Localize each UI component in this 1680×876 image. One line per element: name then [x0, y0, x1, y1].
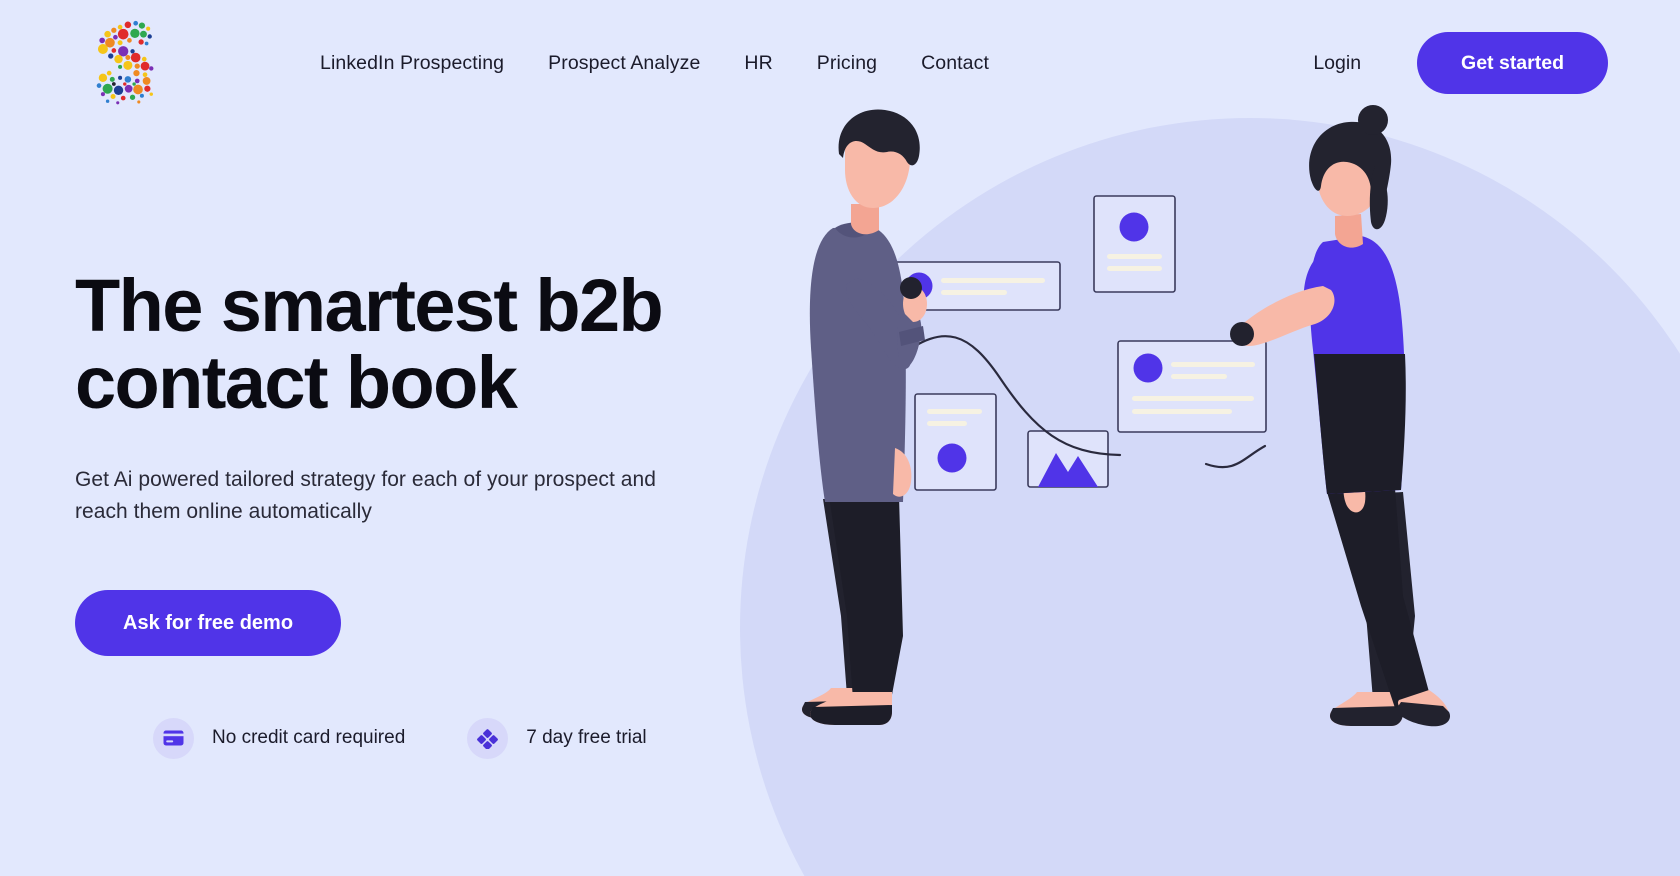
hero-section: The smartest b2b contact book Get Ai pow… [0, 105, 1680, 876]
trust-badges: No credit card required 7 day free trial [75, 717, 795, 759]
nav-contact[interactable]: Contact [921, 44, 989, 83]
card-wide-right [1117, 340, 1267, 433]
people-connecting-data-cards-illustration [795, 105, 1680, 876]
nav-linkedin-prospecting[interactable]: LinkedIn Prospecting [320, 44, 504, 83]
nav-prospect-analyze[interactable]: Prospect Analyze [548, 44, 700, 83]
card-image-thumb [1027, 430, 1109, 488]
sonar-dots-logo[interactable] [92, 17, 170, 109]
get-started-button[interactable]: Get started [1417, 32, 1608, 94]
page-title: The smartest b2b contact book [75, 267, 675, 424]
hero-subtitle: Get Ai powered tailored strategy for eac… [75, 467, 656, 523]
site-header: LinkedIn Prospecting Prospect Analyze HR… [0, 0, 1680, 126]
ask-for-free-demo-button[interactable]: Ask for free demo [75, 589, 342, 656]
four-diamonds-icon [467, 717, 509, 759]
login-link[interactable]: Login [1313, 52, 1361, 75]
cable-right [1204, 444, 1267, 469]
credit-card-icon [153, 717, 194, 759]
hero-title-line-1: The smartest b2b [75, 264, 664, 347]
main-navigation: LinkedIn Prospecting Prospect Analyze HR… [320, 44, 1313, 83]
badge-label: No credit card required [212, 727, 406, 749]
card-tall-left [914, 393, 997, 491]
card-tall-top-right [1093, 195, 1176, 293]
badge-free-trial: 7 day free trial [467, 717, 647, 759]
figure-man-left [801, 109, 927, 725]
header-actions: Login Get started [1313, 32, 1608, 94]
nav-hr[interactable]: HR [744, 44, 772, 83]
hero-title-line-2: contact book [75, 340, 518, 424]
nav-pricing[interactable]: Pricing [817, 44, 877, 83]
badge-no-credit-card: No credit card required [153, 717, 406, 759]
badge-label: 7 day free trial [526, 727, 647, 749]
hero-copy: The smartest b2b contact book Get Ai pow… [75, 126, 795, 876]
